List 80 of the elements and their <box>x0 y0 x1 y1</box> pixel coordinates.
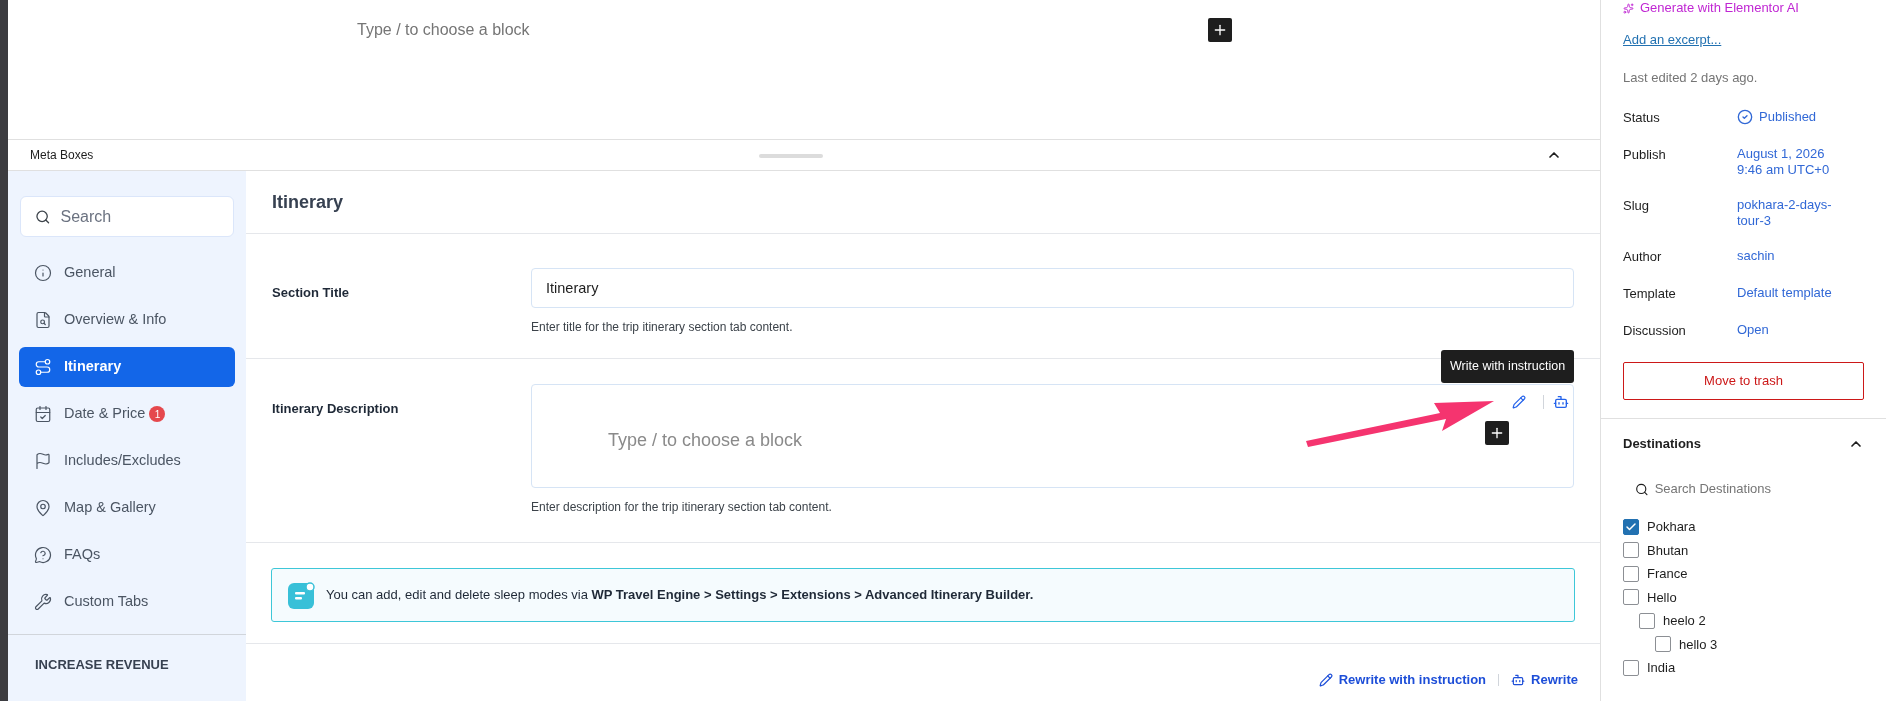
calendar-icon <box>34 405 52 423</box>
nav-item[interactable]: Date & Price 1 <box>19 394 235 434</box>
search-input[interactable]: Search <box>60 204 219 229</box>
setting-value[interactable]: sachin <box>1737 248 1847 264</box>
destination-label: Pokhara <box>1647 518 1696 536</box>
check-icon <box>1625 520 1637 533</box>
text-field[interactable]: Itinerary <box>531 268 1574 308</box>
panel-title: Itinerary <box>272 190 344 214</box>
help-text: Enter title for the trip itinerary section tab content. <box>531 319 794 336</box>
nav-item[interactable]: Map & Gallery <box>19 488 235 528</box>
pencil-icon <box>1318 672 1333 687</box>
robot-icon <box>1511 672 1526 687</box>
ai-link[interactable]: Generate with Elementor AI <box>1640 0 1799 18</box>
document-search-icon <box>34 311 52 329</box>
nav-item[interactable]: Overview & Info <box>19 300 235 340</box>
question-bubble-icon <box>34 546 52 564</box>
block-placeholder: Type / to choose a block <box>608 429 803 452</box>
checkbox[interactable] <box>1623 589 1639 606</box>
field-label: Section Title <box>272 285 350 300</box>
tooltip: Write with instruction <box>1441 350 1575 383</box>
last-edited-text: Last edited 2 days ago. <box>1623 68 1759 87</box>
setting-value[interactable]: pokhara-2-days-tour-3 <box>1737 197 1847 229</box>
plus-icon <box>1212 22 1228 38</box>
setting-value[interactable]: Open <box>1737 322 1847 338</box>
add-block-button[interactable] <box>1485 421 1509 445</box>
route-icon <box>34 358 52 376</box>
nav-item[interactable]: FAQs <box>19 535 235 575</box>
destination-label: India <box>1647 659 1676 677</box>
destinations-title: Destinations <box>1623 435 1701 454</box>
destination-label: Bhutan <box>1647 541 1689 560</box>
add-block-button[interactable] <box>1208 18 1232 42</box>
rewrite-link[interactable]: Rewrite <box>1511 670 1578 690</box>
notice-icon <box>288 581 316 609</box>
info-icon <box>34 264 52 282</box>
section-heading: INCREASE REVENUE <box>34 656 170 674</box>
meta-boxes-title: Meta Boxes <box>30 147 94 164</box>
setting-label: Author <box>1623 248 1663 266</box>
setting-label: Discussion <box>1623 322 1687 340</box>
setting-label: Template <box>1623 285 1677 303</box>
move-to-trash-button[interactable]: Move to trash <box>1623 362 1864 400</box>
block-placeholder[interactable]: Type / to choose a block <box>357 18 530 42</box>
help-text: Enter description for the trip itinerary section tab content. <box>531 499 833 516</box>
nav-item[interactable]: General <box>19 253 235 293</box>
setting-value[interactable]: August 1, 2026 9:46 am UTC+0 <box>1737 146 1847 178</box>
checkbox[interactable] <box>1639 612 1655 629</box>
pencil-icon[interactable] <box>1512 395 1526 409</box>
setting-label: Slug <box>1623 197 1651 215</box>
checkbox[interactable] <box>1623 518 1639 535</box>
destination-label: hello 3 <box>1679 635 1718 654</box>
plus-icon <box>1489 425 1505 441</box>
rewrite-instruction-link[interactable]: Rewrite with instruction <box>1318 670 1487 690</box>
count-badge: 1 <box>149 406 166 422</box>
search-icon <box>1635 481 1649 497</box>
check-circle-icon <box>1737 109 1753 125</box>
destination-label: France <box>1647 565 1688 583</box>
checkbox[interactable] <box>1623 542 1639 559</box>
destination-label: Hello <box>1647 588 1677 607</box>
checkbox[interactable] <box>1623 659 1639 676</box>
setting-label: Status <box>1623 109 1661 127</box>
destination-search-input[interactable]: Search Destinations <box>1654 479 1852 499</box>
notice-text: You can add, edit and delete sleep modes via WP Travel Engine > Settings > Extensions > Advanced Itinerary Builder. <box>326 586 1034 605</box>
robot-icon[interactable] <box>1553 394 1569 410</box>
sparkle-icon <box>1623 2 1634 14</box>
wrench-icon <box>34 593 52 611</box>
search-field[interactable]: Search <box>20 196 234 237</box>
destination-label: heelo 2 <box>1663 612 1706 630</box>
nav-item[interactable]: Includes/Excludes <box>19 441 235 481</box>
field-label: Itinerary Description <box>272 401 399 416</box>
checkbox[interactable] <box>1623 565 1639 582</box>
resize-handle[interactable] <box>759 154 823 158</box>
setting-value[interactable]: Default template <box>1737 285 1847 301</box>
map-pin-icon <box>34 499 52 517</box>
excerpt-link[interactable]: Add an excerpt... <box>1623 30 1864 50</box>
destination-search-field[interactable]: Search Destinations <box>1623 469 1864 509</box>
setting-label: Publish <box>1623 146 1667 164</box>
nav-item[interactable]: Itinerary <box>19 347 235 387</box>
flag-icon <box>34 452 52 470</box>
nav-item[interactable]: Custom Tabs <box>19 582 235 622</box>
setting-value[interactable]: Published <box>1737 109 1847 125</box>
checkbox[interactable] <box>1655 636 1671 653</box>
